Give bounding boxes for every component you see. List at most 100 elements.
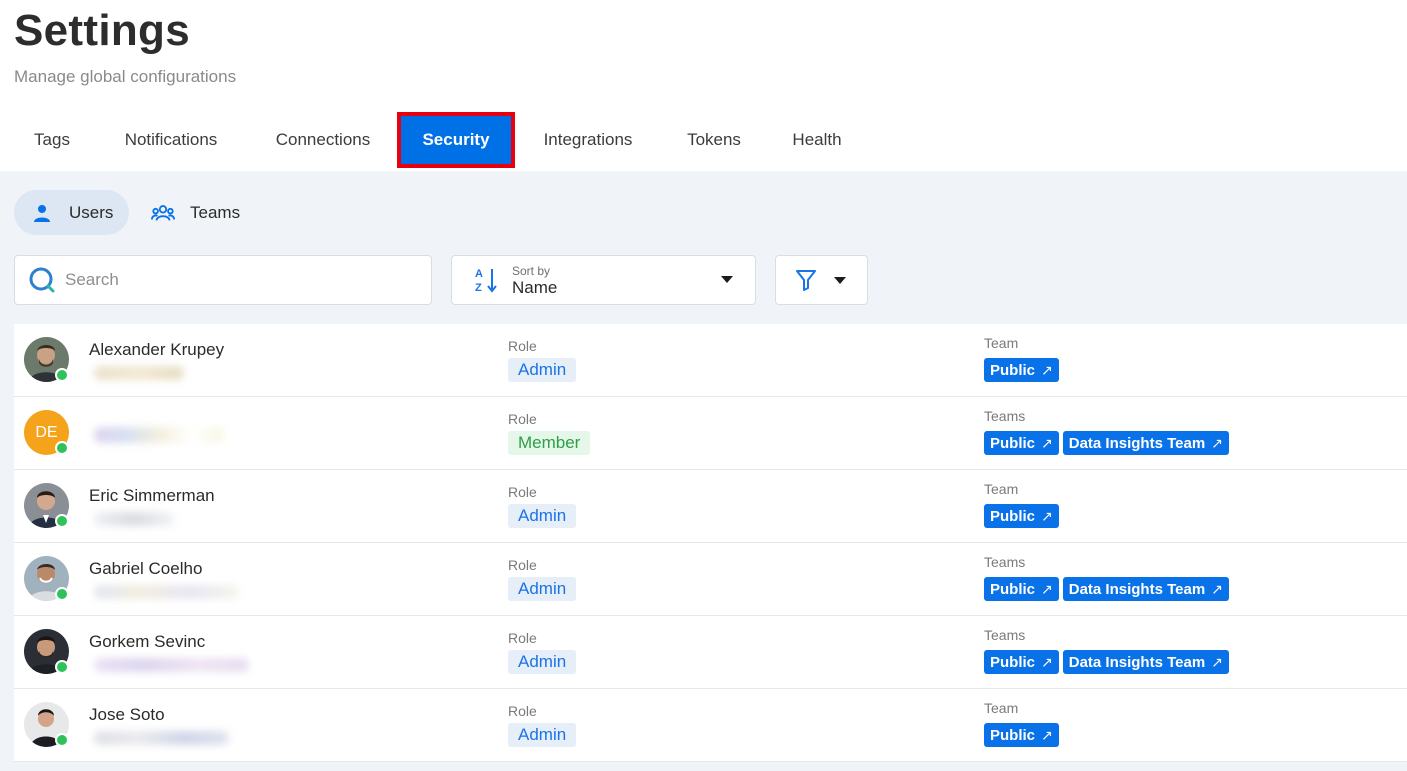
team-label: Teams [984,554,1026,570]
sort-dropdown[interactable]: AZ Sort by Name [451,255,756,305]
avatar [24,556,69,601]
team-link-data-insights[interactable]: Data Insights Team ↗ [1062,650,1229,674]
settings-header: Settings Manage global configurations Ta… [0,0,1407,171]
user-row[interactable]: DE Role Member Teams Public ↗ Data Insigh… [14,397,1407,470]
avatar [24,629,69,674]
security-content: Users Teams AZ Sort by Name [0,171,1407,771]
subtab-users[interactable]: Users [14,190,129,235]
external-link-icon: ↗ [1041,653,1053,670]
user-name: Alexander Krupey [89,340,225,359]
team-badges: Public ↗ Data Insights Team ↗ [984,650,1229,674]
svg-text:A: A [475,268,483,280]
online-status-dot [55,514,69,528]
external-link-icon: ↗ [1041,726,1053,743]
team-label: Team [984,481,1019,497]
redacted-email [94,731,229,745]
role-badge: Admin [508,723,577,747]
online-status-dot [55,660,69,674]
user-name: Jose Soto [89,705,165,724]
page-title: Settings [14,6,190,55]
external-link-icon: ↗ [1041,507,1053,524]
avatar: DE [24,410,69,455]
redacted-email [94,585,239,599]
tab-tags[interactable]: Tags [14,112,90,168]
avatar [24,337,69,382]
team-link-public[interactable]: Public ↗ [984,723,1059,747]
team-link-public[interactable]: Public ↗ [984,358,1059,382]
redacted-email [94,512,174,526]
team-link-public[interactable]: Public ↗ [984,504,1059,528]
search-icon [29,267,55,293]
user-name: Eric Simmerman [89,486,215,505]
online-status-dot [55,587,69,601]
online-status-dot [55,441,69,455]
search-bar [14,255,432,305]
tab-security[interactable]: Security [397,112,515,168]
team-link-public[interactable]: Public ↗ [984,650,1059,674]
role-badge: Admin [508,504,577,528]
filter-icon [794,268,818,292]
role-badge: Admin [508,650,577,674]
page-subtitle: Manage global configurations [14,67,237,86]
online-status-dot [55,733,69,747]
external-link-icon: ↗ [1041,580,1053,597]
user-name: Gabriel Coelho [89,559,203,578]
team-link-public[interactable]: Public ↗ [984,577,1059,601]
tab-notifications[interactable]: Notifications [105,112,237,168]
tab-integrations[interactable]: Integrations [525,112,651,168]
user-row[interactable]: Alexander Krupey Role Admin Team Public ↗ [14,324,1407,397]
subtab-teams[interactable]: Teams [137,190,262,235]
user-name: Gorkem Sevinc [89,632,206,651]
external-link-icon: ↗ [1211,434,1223,451]
user-row[interactable]: Gabriel Coelho Role Admin Teams Public ↗ … [14,543,1407,616]
external-link-icon: ↗ [1211,580,1223,597]
chevron-down-icon [721,276,733,283]
team-link-data-insights[interactable]: Data Insights Team ↗ [1062,577,1229,601]
redacted-email [94,427,224,443]
team-label: Team [984,700,1019,716]
role-label: Role [508,411,537,427]
sort-alpha-icon: AZ [474,266,500,294]
avatar [24,702,69,747]
redacted-email [94,366,184,380]
user-row[interactable]: Gorkem Sevinc Role Admin Teams Public ↗ D… [14,616,1407,689]
team-badges: Public ↗ [984,723,1059,747]
role-label: Role [508,630,537,646]
search-input[interactable] [65,270,405,290]
filter-dropdown[interactable] [775,255,868,305]
svg-text:Z: Z [475,282,482,294]
redacted-email [94,658,249,672]
team-badges: Public ↗ Data Insights Team ↗ [984,577,1229,601]
team-label: Teams [984,408,1026,424]
sort-caption: Sort by [512,264,551,278]
user-icon [30,201,54,225]
tab-tokens[interactable]: Tokens [670,112,758,168]
sort-value: Name [512,278,558,297]
tab-connections[interactable]: Connections [256,112,390,168]
team-badges: Public ↗ [984,504,1059,528]
user-row[interactable]: Eric Simmerman Role Admin Team Public ↗ [14,470,1407,543]
team-link-data-insights[interactable]: Data Insights Team ↗ [1062,431,1229,455]
team-label: Team [984,335,1019,351]
avatar [24,483,69,528]
role-badge: Member [508,431,591,455]
team-link-public[interactable]: Public ↗ [984,431,1059,455]
team-label: Teams [984,627,1026,643]
user-row[interactable]: Jose Soto Role Admin Team Public ↗ [14,689,1407,762]
external-link-icon: ↗ [1041,361,1053,378]
role-label: Role [508,338,537,354]
role-label: Role [508,703,537,719]
team-badges: Public ↗ [984,358,1059,382]
role-label: Role [508,484,537,500]
online-status-dot [55,368,69,382]
role-label: Role [508,557,537,573]
tab-health[interactable]: Health [775,112,859,168]
team-badges: Public ↗ Data Insights Team ↗ [984,431,1229,455]
subtab-teams-label: Teams [190,202,241,222]
chevron-down-icon [834,277,846,284]
team-icon [151,201,175,225]
user-list: Alexander Krupey Role Admin Team Public ↗… [14,324,1407,762]
external-link-icon: ↗ [1211,653,1223,670]
subtab-users-label: Users [69,202,114,222]
role-badge: Admin [508,577,577,601]
